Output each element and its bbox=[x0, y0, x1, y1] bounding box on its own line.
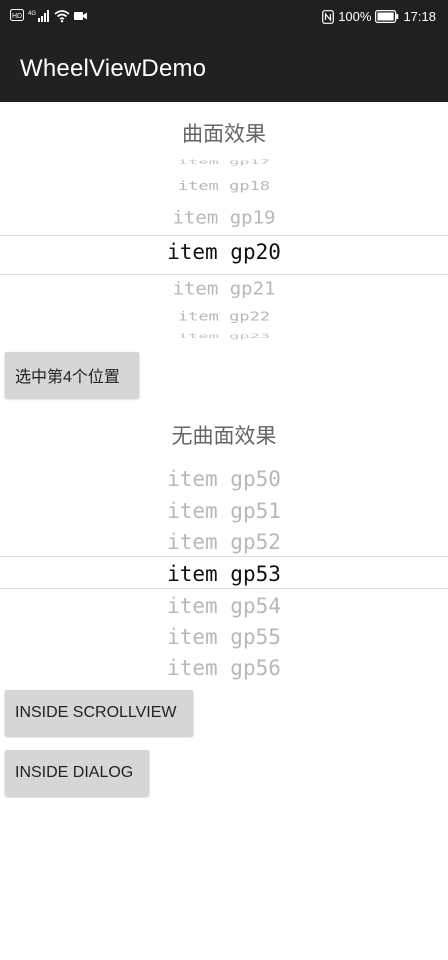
wheel-item: item gp56 bbox=[167, 656, 281, 680]
select-position-button[interactable]: 选中第4个位置 bbox=[5, 352, 139, 398]
status-bar: HD 4G 100% 17:18 bbox=[0, 0, 448, 34]
video-call-icon bbox=[74, 9, 88, 23]
wheel-item: item gp52 bbox=[167, 530, 281, 554]
wheel-item: item gp22 bbox=[177, 309, 271, 325]
wheel-item: item gp18 bbox=[177, 178, 271, 194]
wheel-item: item gp17 bbox=[177, 158, 271, 166]
network-type-label: 4G bbox=[28, 11, 36, 17]
nfc-icon bbox=[322, 10, 335, 24]
inside-scrollview-button[interactable]: INSIDE SCROLLVIEW bbox=[5, 690, 193, 736]
app-title: WheelViewDemo bbox=[20, 55, 207, 82]
wheel-item: item gp21 bbox=[172, 278, 276, 300]
wheel-bottom-divider bbox=[0, 274, 448, 275]
svg-text:HD: HD bbox=[12, 13, 22, 20]
wheel-item-selected: item gp20 bbox=[167, 240, 281, 264]
flat-wheel-view[interactable]: item gp50 item gp51 item gp52 item gp53 … bbox=[0, 464, 448, 684]
battery-icon bbox=[375, 10, 399, 24]
wheel-item: item gp50 bbox=[167, 467, 281, 491]
curved-section-title: 曲面效果 bbox=[182, 122, 266, 146]
inside-dialog-button[interactable]: INSIDE DIALOG bbox=[5, 750, 149, 796]
flat-section-title: 无曲面效果 bbox=[171, 424, 277, 448]
wheel-item: item gp23 bbox=[177, 332, 271, 340]
wheel-item: item gp55 bbox=[167, 625, 281, 649]
app-bar: WheelViewDemo bbox=[0, 34, 448, 102]
status-bar-left: HD 4G bbox=[10, 9, 88, 23]
hd-icon: HD bbox=[10, 9, 24, 23]
wheel-top-divider bbox=[0, 556, 448, 557]
wheel-item: item gp19 bbox=[172, 207, 276, 229]
wheel-bottom-divider bbox=[0, 588, 448, 589]
clock: 17:18 bbox=[403, 9, 436, 24]
status-bar-right: 100% 17:18 bbox=[322, 9, 436, 25]
wheel-item: item gp51 bbox=[167, 499, 281, 523]
signal-icon: 4G bbox=[28, 9, 50, 23]
curved-wheel-view[interactable]: item gp17 item gp18 item gp19 item gp20 … bbox=[0, 158, 448, 348]
battery-percent: 100% bbox=[338, 9, 372, 24]
wifi-icon bbox=[54, 9, 70, 23]
wheel-item: item gp54 bbox=[167, 594, 281, 618]
wheel-top-divider bbox=[0, 235, 448, 236]
wheel-item-selected: item gp53 bbox=[167, 562, 281, 586]
main-content: 曲面效果 item gp17 item gp18 item gp19 item … bbox=[0, 102, 448, 960]
